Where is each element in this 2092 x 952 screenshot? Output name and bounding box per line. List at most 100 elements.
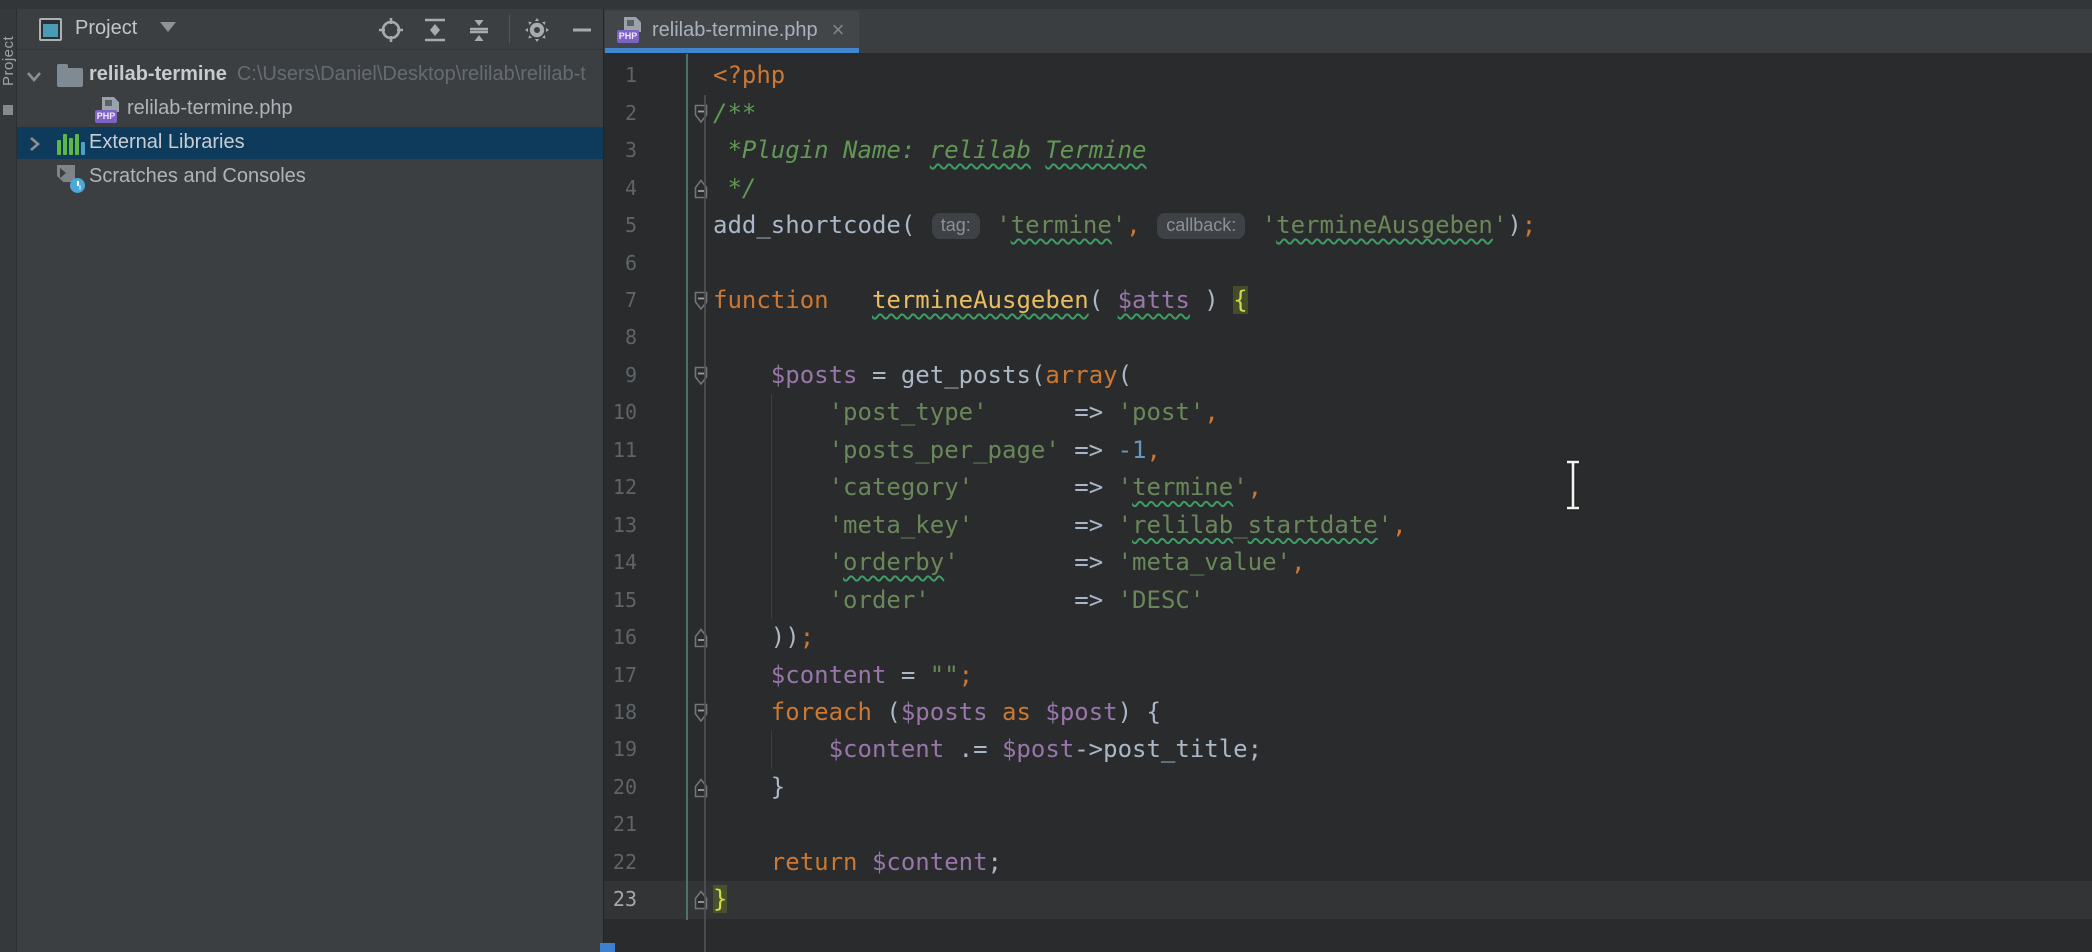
code-line[interactable]: 9 $posts = get_posts(array( [604, 357, 2092, 394]
code-text: <?php [713, 57, 785, 94]
line-number[interactable]: 18 [604, 694, 637, 731]
fold-toggle-button[interactable] [693, 104, 709, 124]
project-pane-icon [39, 18, 62, 41]
code-line[interactable]: 20 } [604, 769, 2092, 806]
line-number[interactable]: 11 [604, 432, 637, 469]
line-number[interactable]: 20 [604, 769, 637, 806]
project-panel-header: Project [17, 9, 603, 50]
code-text: function termineAusgeben( $atts ) { [713, 282, 1248, 319]
code-line[interactable]: 21 [604, 806, 2092, 843]
code-line[interactable]: 17 $content = ""; [604, 657, 2092, 694]
titlebar-strip [0, 0, 2092, 9]
line-number[interactable]: 12 [604, 469, 637, 506]
tree-item-relilab-termine[interactable]: relilab-termineC:\Users\Daniel\Desktop\r… [17, 59, 603, 91]
tree-item-label: relilab-termine.php [127, 97, 293, 120]
code-text: $posts = get_posts(array( [713, 357, 1132, 394]
project-tool-window-button[interactable]: Project [0, 25, 17, 97]
code-line[interactable]: 8 [604, 319, 2092, 356]
line-number[interactable]: 16 [604, 619, 637, 656]
code-line[interactable]: 22 return $content; [604, 844, 2092, 881]
code-line[interactable]: 3 *Plugin Name: relilab Termine [604, 132, 2092, 169]
tab-close-button[interactable]: × [832, 19, 845, 41]
line-number[interactable]: 4 [604, 170, 637, 207]
fold-toggle-button[interactable] [693, 778, 709, 798]
scratches-icon [57, 165, 85, 191]
line-number[interactable]: 10 [604, 394, 637, 431]
line-number[interactable]: 17 [604, 657, 637, 694]
code-line[interactable]: 13 'meta_key' => 'relilab_startdate', [604, 507, 2092, 544]
code-line[interactable]: 2 /** [604, 95, 2092, 132]
code-text: *Plugin Name: relilab Termine [713, 132, 1147, 169]
code-line[interactable]: 19 $content .= $post->post_title; [604, 731, 2092, 768]
line-number[interactable]: 8 [604, 319, 637, 356]
locate-file-button[interactable] [376, 16, 406, 44]
folder-icon [57, 68, 83, 87]
line-number[interactable]: 7 [604, 282, 637, 319]
code-line[interactable]: 11 'posts_per_page' => -1, [604, 432, 2092, 469]
line-number[interactable]: 2 [604, 95, 637, 132]
text-cursor-pointer [1560, 459, 1586, 511]
tree-item-label: relilab-termineC:\Users\Daniel\Desktop\r… [89, 63, 586, 86]
tree-item-relilab-termine-php[interactable]: PHPrelilab-termine.php [17, 93, 603, 125]
line-number[interactable]: 23 [604, 881, 637, 918]
line-number[interactable]: 14 [604, 544, 637, 581]
line-number[interactable]: 22 [604, 844, 637, 881]
editor-tab[interactable]: PHP relilab-termine.php × [605, 11, 859, 53]
code-line[interactable]: 16 )); [604, 619, 2092, 656]
indent-guide [771, 731, 772, 769]
code-line[interactable]: 10 'post_type' => 'post', [604, 394, 2092, 431]
code-text: 'meta_key' => 'relilab_startdate', [713, 507, 1407, 544]
code-line[interactable]: 1 <?php [604, 57, 2092, 94]
editor-tab-bar: PHP relilab-termine.php × [604, 9, 2092, 53]
fold-toggle-button[interactable] [693, 703, 709, 723]
line-number[interactable]: 13 [604, 507, 637, 544]
code-editor[interactable]: 1<?php2/**3 *Plugin Name: relilab Termin… [604, 53, 2092, 952]
code-text: /** [713, 95, 756, 132]
expand-all-icon [422, 17, 448, 43]
line-number[interactable]: 9 [604, 357, 637, 394]
line-number[interactable]: 15 [604, 582, 637, 619]
tree-item-scratches-and-consoles[interactable]: Scratches and Consoles [17, 161, 603, 193]
expand-all-button[interactable] [420, 16, 450, 44]
line-number[interactable]: 6 [604, 245, 637, 282]
ide-window: Project Project [0, 0, 2092, 952]
line-number[interactable]: 3 [604, 132, 637, 169]
project-view-dropdown[interactable]: Project [75, 17, 137, 40]
fold-toggle-button[interactable] [693, 179, 709, 199]
fold-toggle-button[interactable] [693, 366, 709, 386]
line-number[interactable]: 19 [604, 731, 637, 768]
chevron-down-icon[interactable] [25, 67, 43, 85]
fold-toggle-button[interactable] [693, 628, 709, 648]
collapse-all-button[interactable] [464, 16, 494, 44]
splitter-accent [600, 943, 615, 952]
code-line[interactable]: 18 foreach ($posts as $post) { [604, 694, 2092, 731]
chevron-down-icon[interactable] [160, 22, 176, 32]
hide-panel-button[interactable] [567, 16, 597, 44]
indent-guide [771, 394, 772, 619]
code-line[interactable]: 6 [604, 245, 2092, 282]
code-text: 'posts_per_page' => -1, [713, 432, 1161, 469]
code-text: } [713, 769, 785, 806]
tree-item-external-libraries[interactable]: External Libraries [17, 127, 603, 159]
settings-gear-icon [523, 16, 551, 44]
code-line[interactable]: 14 'orderby' => 'meta_value', [604, 544, 2092, 581]
chevron-right-icon[interactable] [25, 135, 43, 153]
code-text: $content = ""; [713, 657, 973, 694]
code-text: 'post_type' => 'post', [713, 394, 1219, 431]
code-line[interactable]: 23} [604, 881, 2092, 918]
vcs-change-bar [686, 54, 688, 920]
code-line[interactable]: 15 'order' => 'DESC' [604, 582, 2092, 619]
code-line[interactable]: 7 function termineAusgeben( $atts ) { [604, 282, 2092, 319]
line-number[interactable]: 21 [604, 806, 637, 843]
code-text: 'orderby' => 'meta_value', [713, 544, 1305, 581]
fold-toggle-button[interactable] [693, 890, 709, 910]
code-text: 'order' => 'DESC' [713, 582, 1204, 619]
code-line[interactable]: 12 'category' => 'termine', [604, 469, 2092, 506]
code-line[interactable]: 4 */ [604, 170, 2092, 207]
code-text: */ [713, 170, 756, 207]
code-line[interactable]: 5add_shortcode( tag: 'termine', callback… [604, 207, 2092, 244]
line-number[interactable]: 1 [604, 57, 637, 94]
line-number[interactable]: 5 [604, 207, 637, 244]
settings-button[interactable] [522, 16, 552, 44]
fold-toggle-button[interactable] [693, 291, 709, 311]
